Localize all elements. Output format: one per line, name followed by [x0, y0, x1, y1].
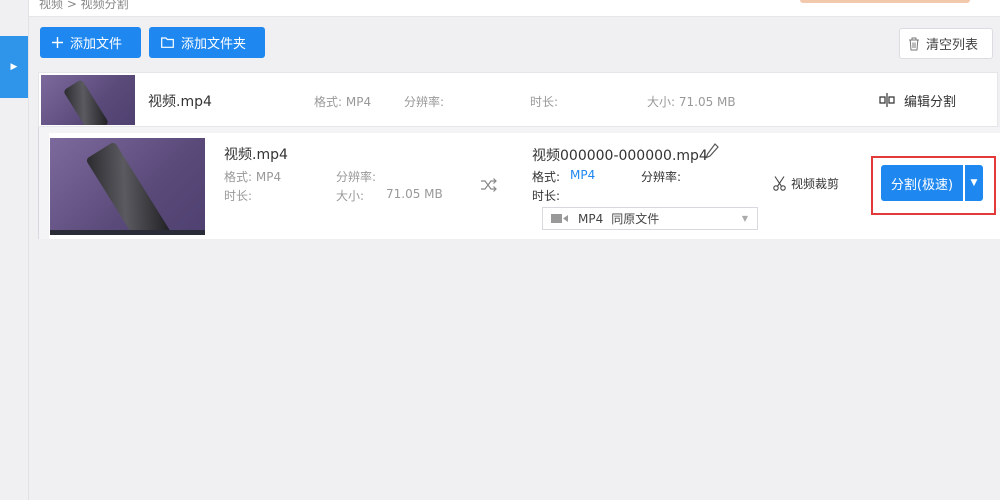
output-file-name: 视频000000-000000.mp4 [532, 148, 708, 164]
add-folder-label: 添加文件夹 [181, 37, 247, 52]
trash-icon [908, 37, 920, 51]
sidebar-expand-button[interactable]: ▶ [0, 36, 28, 98]
source-format: 格式: MP4 [224, 170, 282, 184]
output-duration: 时长: [532, 189, 561, 203]
scissors-icon [773, 176, 786, 191]
source-file-name: 视频.mp4 [224, 147, 288, 163]
add-folder-button[interactable]: 添加文件夹 [149, 27, 265, 58]
file-duration: 时长: [530, 95, 559, 109]
clear-list-label: 清空列表 [926, 38, 979, 53]
source-size-label: 大小: [336, 189, 365, 203]
task-row: 视频.mp4 格式: MP4 分辨率: 时长: 大小: 71.05 MB 视频0… [38, 127, 1000, 239]
output-format-key: 格式: [532, 170, 561, 184]
add-file-button[interactable]: 添加文件 [40, 27, 141, 58]
chevron-down-icon: ▼ [741, 214, 748, 223]
output-format-select[interactable]: MP4 同原文件 ▼ [542, 207, 758, 230]
file-format: 格式: MP4 [314, 95, 372, 109]
trim-label: 视频裁剪 [791, 177, 840, 191]
breadcrumb: 视频 > 视频分割 [39, 0, 129, 11]
file-size: 大小: 71.05 MB [647, 95, 736, 109]
preset-format: MP4 [578, 211, 604, 226]
split-icon [879, 93, 895, 107]
source-duration: 时长: [224, 189, 253, 203]
plus-icon [52, 37, 63, 48]
video-icon [551, 213, 568, 224]
file-thumbnail [41, 75, 135, 125]
task-thumbnail [50, 138, 205, 235]
source-size-value: 71.05 MB [386, 187, 443, 201]
add-file-label: 添加文件 [70, 37, 123, 52]
edit-split-label: 编辑分割 [904, 94, 957, 110]
highlight-box [871, 156, 996, 215]
file-resolution: 分辨率: [404, 95, 445, 109]
preset-option: 同原文件 [611, 212, 660, 226]
top-action-button[interactable] [800, 0, 970, 3]
file-name: 视频.mp4 [148, 94, 212, 110]
folder-icon [161, 37, 174, 48]
task-panel: 视频.mp4 格式: MP4 分辨率: 时长: 大小: 71.05 MB 视频0… [49, 133, 1000, 239]
sidebar-expand-icon: ▶ [10, 62, 18, 72]
pencil-icon[interactable] [705, 143, 719, 159]
file-row[interactable]: 视频.mp4 格式: MP4 分辨率: 时长: 大小: 71.05 MB 编辑分… [38, 72, 998, 127]
trim-button[interactable]: 视频裁剪 [773, 175, 839, 192]
clear-list-button[interactable]: 清空列表 [899, 28, 993, 59]
output-format-value: MP4 [570, 168, 596, 182]
shuffle-icon [481, 178, 498, 192]
output-resolution: 分辨率: [641, 170, 682, 184]
source-resolution: 分辨率: [336, 170, 377, 184]
edit-split-button[interactable]: 编辑分割 [879, 90, 956, 110]
